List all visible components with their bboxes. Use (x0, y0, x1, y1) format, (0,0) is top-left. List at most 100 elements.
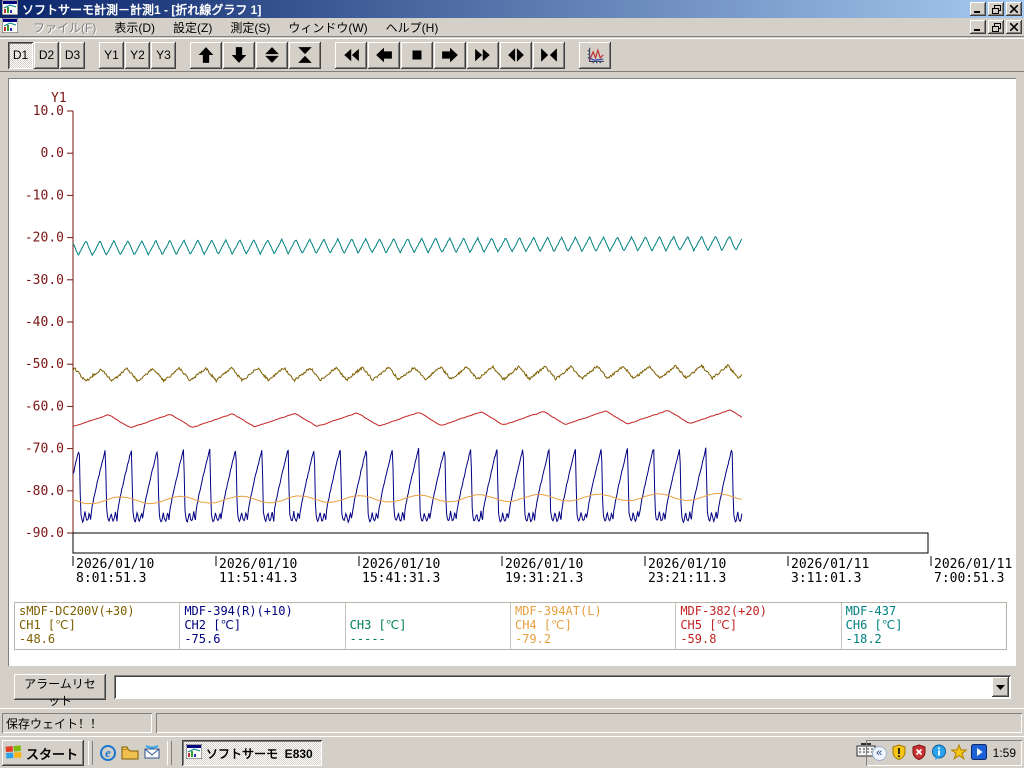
channel-value: -59.8 (680, 632, 717, 646)
media-play-icon[interactable] (970, 743, 987, 763)
x-tick-time: 3:11:01.3 (791, 571, 861, 586)
folder-icon[interactable] (119, 742, 141, 764)
arrow-left-button[interactable] (368, 41, 400, 69)
taskbar-clock: 1:59 (992, 746, 1016, 760)
channel-legend: sMDF-DC200V(+30) CH1 [℃] -48.6 MDF-394(R… (14, 602, 1007, 650)
task-app-icon (185, 743, 203, 762)
toolbar-button-y2[interactable]: Y2 (125, 41, 150, 69)
close-button[interactable] (1006, 2, 1022, 16)
menu-file[interactable]: ファイル(F) (24, 18, 105, 37)
channel-value: -75.6 (184, 632, 221, 646)
info-balloon-icon[interactable] (931, 744, 947, 763)
toolbar-button-y1[interactable]: Y1 (99, 41, 124, 69)
fast-forward-button[interactable] (467, 41, 499, 69)
x-tick-date: 2026/01/10 (362, 557, 440, 572)
channel-name: MDF-394AT(L) (514, 604, 602, 618)
child-restore-button[interactable] (988, 20, 1004, 34)
svg-text:e: e (105, 745, 111, 760)
line-chart: Y110.00.0-10.0-20.0-30.0-40.0-50.0-60.0-… (25, 91, 1012, 586)
outlook-express-icon[interactable] (141, 742, 163, 764)
alarm-combobox[interactable] (114, 675, 1011, 699)
window-title: ソフトサーモ計測－計測1 - [折れ線グラフ 1] (22, 2, 262, 17)
channel-value: -18.2 (845, 632, 882, 646)
rewind-icon (344, 48, 359, 62)
legend-cell-ch2: MDF-394(R)(+10) CH2 [℃] -75.6 (180, 603, 346, 649)
menu-bar: ファイル(F) 表示(D) 設定(Z) 測定(S) ウィンドウ(W) ヘルプ(H… (0, 17, 1024, 37)
internet-explorer-icon[interactable]: e (97, 742, 119, 764)
collapse-chevron-icon[interactable]: « (871, 745, 887, 761)
client-area: Y1 10.0 0.0 -10.0 -20.0 -30.0 -40.0 -50.0 -60.0-… (0, 72, 1024, 736)
toolbar-group-gap (322, 55, 335, 56)
arrow-down-icon (231, 47, 247, 63)
menu-window[interactable]: ウィンドウ(W) (279, 18, 376, 37)
alarm-combobox-value (119, 679, 989, 695)
channel-label: CH2 [℃] (184, 618, 242, 632)
x-tick-time: 19:31:21.3 (505, 571, 583, 586)
expand-horizontal-button[interactable] (500, 41, 532, 69)
system-tray: « 1:59 (866, 740, 1022, 766)
y-tick-label: -20.0 (25, 231, 64, 246)
start-label: スタート (26, 746, 79, 762)
expand-vertical-button[interactable] (256, 41, 288, 69)
menu-help[interactable]: ヘルプ(H) (377, 18, 448, 37)
star-icon[interactable] (949, 743, 968, 763)
compress-horizontal-button[interactable] (533, 41, 565, 69)
x-tick-time: 15:41:31.3 (362, 571, 440, 586)
child-minimize-button[interactable] (970, 20, 986, 34)
graph-settings-button[interactable] (579, 41, 611, 69)
taskbar-divider (167, 741, 173, 765)
alarm-row: アラームリセット (0, 670, 1024, 708)
alarm-reset-button[interactable]: アラームリセット (14, 674, 106, 708)
taskbar-task-button[interactable]: ソフトサーモ E830 (182, 740, 323, 766)
x-tick-date: 2026/01/11 (934, 557, 1012, 572)
menu-view[interactable]: 表示(D) (105, 18, 164, 37)
toolbar-button-y3[interactable]: Y3 (151, 41, 176, 69)
channel-value: -48.6 (19, 632, 56, 646)
expand-vertical-icon (265, 47, 279, 63)
legend-cell-ch5: MDF-382(+20) CH5 [℃] -59.8 (676, 603, 842, 649)
y-tick-label: 0.0 (41, 146, 64, 161)
shield-error-icon[interactable] (911, 743, 927, 763)
time-range-box[interactable] (72, 532, 929, 554)
shield-warning-icon[interactable] (891, 743, 907, 763)
chart-panel: Y1 10.0 0.0 -10.0 -20.0 -30.0 -40.0 -50.0 -60.0-… (8, 78, 1016, 666)
minimize-button[interactable] (970, 2, 986, 16)
arrow-down-button[interactable] (223, 41, 255, 69)
arrow-up-button[interactable] (190, 41, 222, 69)
fast-forward-icon (475, 48, 490, 62)
channel-name: MDF-437 (845, 604, 897, 618)
title-bar: ソフトサーモ計測－計測1 - [折れ線グラフ 1] (0, 0, 1024, 18)
child-close-button[interactable] (1006, 20, 1022, 34)
toolbar-button-d2[interactable]: D2 (34, 41, 59, 69)
start-button[interactable]: スタート (2, 740, 85, 766)
mdi-child-icon[interactable] (1, 17, 19, 36)
channel-name: MDF-394(R)(+10) (184, 604, 293, 618)
series-ch6-line (72, 235, 743, 257)
x-tick-time: 11:51:41.3 (219, 571, 297, 586)
channel-value: -79.2 (514, 632, 552, 646)
arrow-right-button[interactable] (434, 41, 466, 69)
toolbar-button-d3[interactable]: D3 (60, 41, 85, 69)
channel-label: CH5 [℃] (680, 618, 738, 632)
y-tick-label: -70.0 (25, 442, 64, 457)
x-tick-date: 2026/01/10 (76, 557, 154, 572)
status-bar: 保存ウェイト！！ (0, 708, 1024, 737)
rewind-button[interactable] (335, 41, 367, 69)
compress-vertical-button[interactable] (289, 41, 321, 69)
series-ch5-line (72, 409, 743, 428)
menu-measure[interactable]: 測定(S) (221, 18, 279, 37)
x-tick-date: 2026/01/11 (791, 557, 869, 572)
channel-name: MDF-382(+20) (680, 604, 768, 618)
stop-button[interactable] (401, 41, 433, 69)
status-message: 保存ウェイト！！ (2, 713, 152, 733)
restore-button[interactable] (988, 2, 1004, 16)
x-tick-time: 8:01:51.3 (76, 571, 146, 586)
toolbar-group-gap (86, 55, 99, 56)
combobox-dropdown-button[interactable] (992, 677, 1009, 697)
menu-settings[interactable]: 設定(Z) (164, 18, 221, 37)
x-tick-date: 2026/01/10 (219, 557, 297, 572)
legend-cell-ch4: MDF-394AT(L) CH4 [℃] -79.2 (511, 603, 677, 649)
legend-cell-ch3: CH3 [℃] ----- (346, 603, 511, 649)
channel-label: CH6 [℃] (845, 618, 903, 632)
toolbar-button-d1[interactable]: D1 (8, 41, 33, 69)
